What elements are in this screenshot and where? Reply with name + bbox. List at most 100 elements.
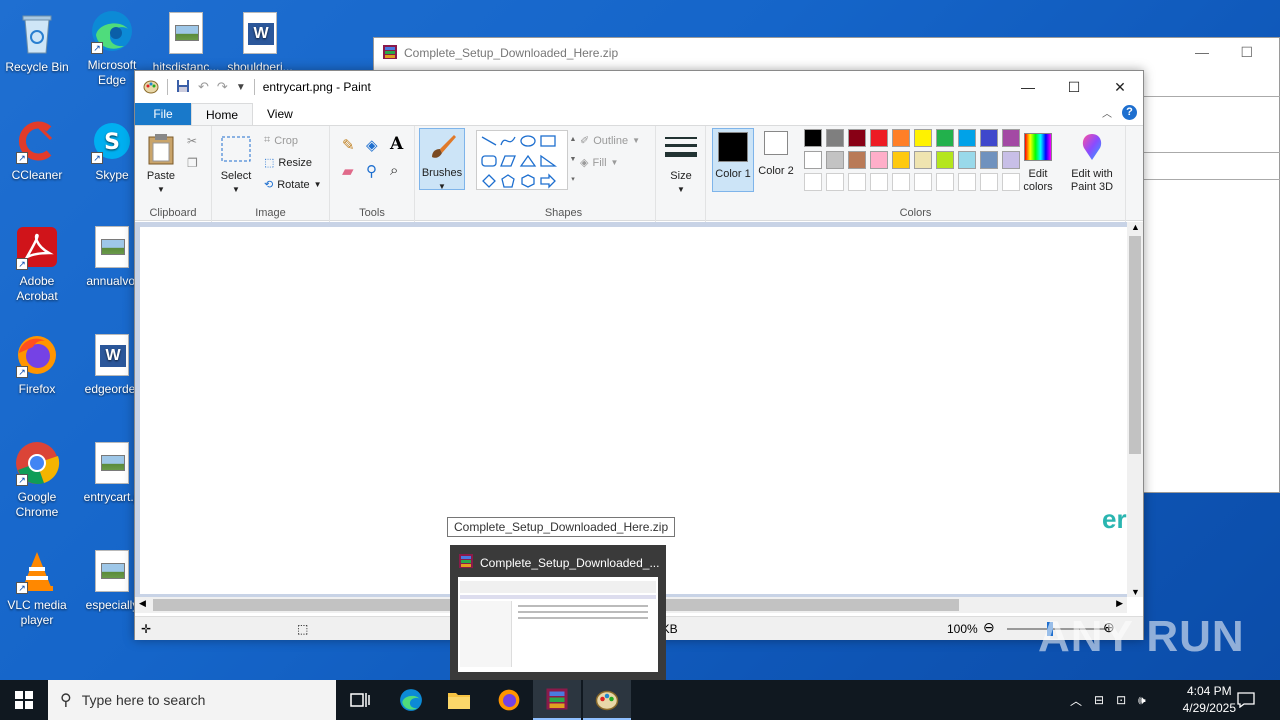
tab-file[interactable]: File — [135, 103, 191, 125]
customize-quick-access-icon[interactable]: ▼ — [236, 82, 246, 93]
color-swatch[interactable] — [848, 151, 866, 169]
collapse-ribbon-icon[interactable]: ︿ — [1102, 105, 1112, 120]
custom-color-slot[interactable] — [848, 173, 866, 191]
rotate-button[interactable]: ⟲ Rotate ▼ — [264, 178, 322, 192]
network-icon[interactable]: ⊡ — [1116, 693, 1126, 707]
size-label: Size — [670, 170, 692, 182]
taskbar-firefox[interactable] — [485, 680, 533, 720]
taskbar-paint[interactable] — [583, 680, 631, 720]
vertical-scrollbar[interactable]: ▲ ▼ — [1127, 222, 1143, 597]
brushes-button[interactable]: Brushes ▼ — [419, 128, 465, 191]
desktop-icon-ccleaner[interactable]: ↗ CCleaner — [1, 118, 73, 183]
show-hidden-icons-icon[interactable]: ︿ — [1070, 692, 1082, 709]
taskbar-winrar[interactable] — [533, 680, 581, 720]
zoom-out-icon[interactable]: ⊖ — [983, 619, 995, 636]
tab-view[interactable]: View — [253, 103, 307, 125]
paste-button[interactable]: Paste ▼ — [141, 132, 181, 196]
desktop-icon-recycle-bin[interactable]: Recycle Bin — [1, 10, 73, 75]
custom-color-slot[interactable] — [980, 173, 998, 191]
desktop-icon-acrobat[interactable]: ↗ Adobe Acrobat — [1, 224, 73, 304]
color-swatch[interactable] — [804, 129, 822, 147]
color-swatch[interactable] — [958, 151, 976, 169]
color-swatch[interactable] — [914, 129, 932, 147]
pencil-icon[interactable]: ✎ — [342, 136, 355, 154]
firefox-icon: ↗ — [14, 332, 60, 378]
copy-icon[interactable]: ❐ — [187, 156, 198, 170]
color-swatch[interactable] — [936, 151, 954, 169]
winrar-maximize-button[interactable]: ☐ — [1240, 44, 1253, 61]
notifications-button[interactable] — [1224, 680, 1268, 720]
magnifier-icon[interactable]: ⌕ — [390, 162, 398, 179]
fill-button[interactable]: ◈ Fill ▼ — [580, 156, 618, 170]
desktop-icon-firefox[interactable]: ↗ Firefox — [1, 332, 73, 397]
color-swatch[interactable] — [848, 129, 866, 147]
help-icon[interactable]: ? — [1122, 105, 1137, 120]
custom-color-slot[interactable] — [936, 173, 954, 191]
color-swatch[interactable] — [826, 151, 844, 169]
taskbar-search-box[interactable]: ⚲ Type here to search — [48, 680, 336, 720]
resize-button[interactable]: ⬚ Resize — [264, 156, 312, 170]
crop-button[interactable]: ⌗ Crop — [264, 134, 298, 147]
color-swatch[interactable] — [892, 151, 910, 169]
color-swatch[interactable] — [958, 129, 976, 147]
color2-button[interactable]: Color 2 — [756, 131, 796, 178]
custom-color-slot[interactable] — [804, 173, 822, 191]
redo-icon[interactable]: ↷ — [217, 79, 228, 95]
desktop-icon-chrome[interactable]: ↗ Google Chrome — [1, 440, 73, 520]
color-swatch[interactable] — [936, 129, 954, 147]
scroll-down-icon[interactable]: ▼ — [1131, 587, 1140, 597]
color-swatch[interactable] — [980, 151, 998, 169]
color-swatch[interactable] — [892, 129, 910, 147]
custom-color-slot[interactable] — [958, 173, 976, 191]
task-view-button[interactable] — [336, 680, 384, 720]
color-swatch[interactable] — [804, 151, 822, 169]
edit-colors-button[interactable]: Edit colors — [1018, 130, 1058, 194]
custom-color-slot[interactable] — [914, 173, 932, 191]
custom-color-slot[interactable] — [826, 173, 844, 191]
paint-titlebar[interactable]: ↶ ↷ ▼ entrycart.png - Paint — ☐ ✕ — [135, 71, 1143, 103]
drawing-canvas[interactable]: er — [140, 227, 1127, 594]
custom-color-slot[interactable] — [870, 173, 888, 191]
text-icon[interactable]: A — [390, 134, 403, 154]
close-button[interactable]: ✕ — [1097, 71, 1143, 103]
scroll-right-icon[interactable]: ▶ — [1116, 598, 1123, 609]
winrar-divider — [1144, 96, 1280, 97]
save-icon[interactable] — [176, 79, 190, 96]
volume-icon[interactable]: 🕪 — [1138, 693, 1146, 708]
vertical-scroll-thumb[interactable] — [1129, 236, 1141, 454]
taskbar-edge[interactable] — [387, 680, 435, 720]
desktop-icon-shouldperi[interactable]: W shouldperi... — [224, 10, 296, 75]
eraser-icon[interactable]: ▰ — [342, 162, 354, 180]
fill-icon[interactable]: ◈ — [366, 136, 378, 154]
color-swatch[interactable] — [826, 129, 844, 147]
desktop-icon-hitsdistance[interactable]: hitsdistanc... — [150, 10, 222, 75]
maximize-button[interactable]: ☐ — [1051, 71, 1097, 103]
color-picker-icon[interactable]: ⚲ — [366, 162, 377, 180]
winrar-minimize-button[interactable]: — — [1195, 44, 1209, 60]
shapes-scroll[interactable]: ▲ ▼ ▾ — [568, 130, 578, 190]
color-swatch[interactable] — [870, 129, 888, 147]
tab-home[interactable]: Home — [191, 103, 254, 125]
outline-button[interactable]: ✐ Outline ▼ — [580, 134, 640, 148]
undo-icon[interactable]: ↶ — [198, 79, 209, 95]
size-button[interactable]: Size ▼ — [662, 132, 700, 196]
scroll-up-icon[interactable]: ▲ — [1131, 222, 1140, 232]
edit-paint3d-button[interactable]: Edit with Paint 3D — [1062, 130, 1122, 194]
taskbar-thumbnail[interactable]: Complete_Setup_Downloaded_... — [450, 545, 666, 680]
resize-icon: ⬚ — [264, 157, 275, 169]
desktop-icon-vlc[interactable]: ↗ VLC media player — [1, 548, 73, 628]
select-button[interactable]: Select ▼ — [218, 132, 254, 196]
cut-icon[interactable]: ✂ — [187, 134, 197, 148]
custom-color-slot[interactable] — [892, 173, 910, 191]
start-button[interactable] — [0, 680, 48, 720]
winrar-titlebar[interactable]: Complete_Setup_Downloaded_Here.zip — [374, 38, 1279, 68]
scroll-left-icon[interactable]: ◀ — [139, 598, 146, 609]
color-swatch[interactable] — [914, 151, 932, 169]
color1-button[interactable]: Color 1 — [712, 128, 754, 192]
color-swatch[interactable] — [980, 129, 998, 147]
minimize-button[interactable]: — — [1005, 71, 1051, 103]
taskbar-file-explorer[interactable] — [435, 680, 483, 720]
color-swatch[interactable] — [870, 151, 888, 169]
shapes-gallery[interactable] — [476, 130, 568, 190]
network-settings-icon[interactable]: ⊟ — [1094, 693, 1104, 707]
